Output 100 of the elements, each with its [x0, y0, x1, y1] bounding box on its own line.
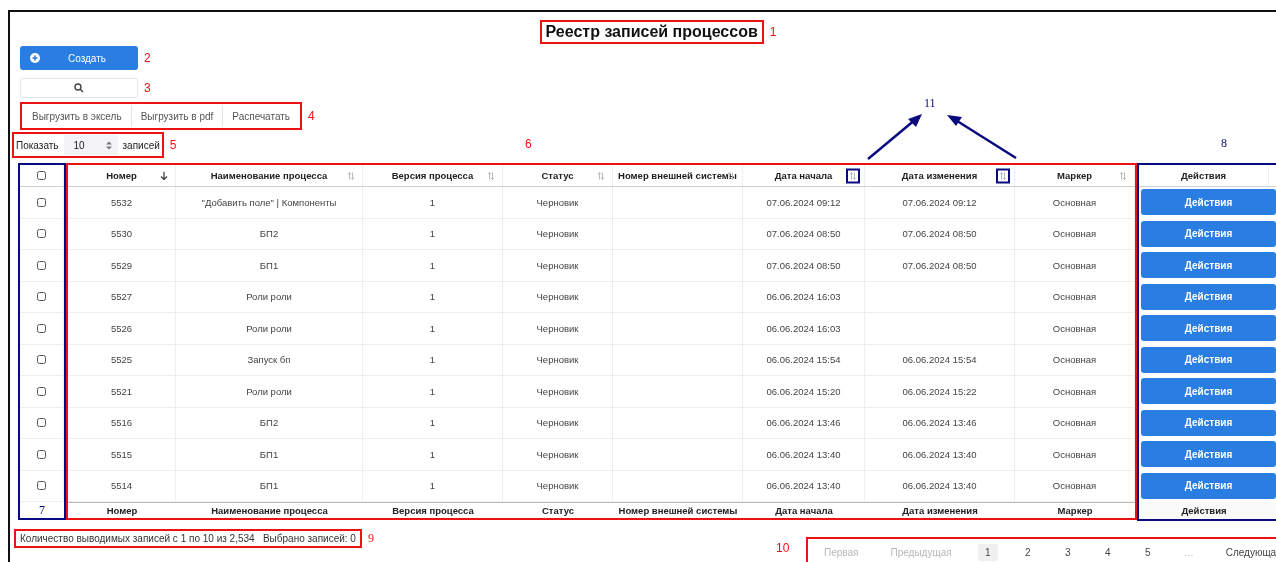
table-cell: Черновик — [503, 187, 613, 218]
plus-icon — [30, 53, 40, 63]
checkbox[interactable] — [37, 418, 46, 428]
sort-descending-icon[interactable] — [160, 171, 168, 180]
table-cell: Черновик — [503, 376, 613, 407]
table-cell: Роли роли — [176, 376, 363, 407]
checkbox[interactable] — [37, 481, 46, 491]
checkbox[interactable] — [37, 171, 46, 180]
column-header[interactable]: Статус — [503, 165, 613, 186]
callout-number: 10 — [776, 541, 790, 555]
checkbox[interactable] — [37, 355, 46, 365]
callout-number: 8 — [1221, 136, 1227, 150]
table-cell: 5529 — [68, 250, 176, 281]
table-cell: Основная — [1015, 344, 1135, 375]
table-cell: Роли роли — [176, 281, 363, 312]
footer-cell-text: Дата начала — [774, 504, 834, 518]
footer-cell-text: Номер — [105, 504, 139, 518]
page-button[interactable]: 1 — [977, 543, 998, 561]
table-cell: 06.06.2024 13:46 — [743, 407, 865, 438]
checkbox[interactable] — [37, 449, 46, 459]
table-cell: 5525 — [68, 344, 176, 375]
table-cell: 06.06.2024 13:40 — [743, 470, 865, 501]
page-button[interactable]: 5 — [1137, 543, 1158, 561]
actions-button[interactable]: Действия — [1141, 315, 1276, 341]
table-cell: Черновик — [503, 344, 613, 375]
callout-number: 11 — [924, 96, 936, 110]
page-button[interactable]: 2 — [1017, 543, 1038, 561]
actions-button[interactable]: Действия — [1141, 378, 1276, 404]
table-cell: Основная — [1015, 376, 1135, 407]
table-cell: 07.06.2024 08:50 — [743, 250, 865, 281]
search-icon — [74, 83, 84, 93]
callout-number: 6 — [525, 137, 532, 151]
table-cell: 06.06.2024 15:54 — [865, 344, 1015, 375]
footer-cell-text: Версия процесса — [391, 504, 475, 518]
table-cell: 06.06.2024 13:40 — [865, 470, 1015, 501]
checkbox[interactable] — [37, 260, 46, 270]
actions-button[interactable]: Действия — [1141, 409, 1276, 436]
table-cell: 5516 — [68, 407, 176, 438]
column-header[interactable]: Дата изменения — [865, 165, 1015, 186]
table-cell: 07.06.2024 08:50 — [865, 250, 1015, 281]
create-button[interactable]: Создать — [20, 46, 138, 70]
column-header[interactable]: Маркер — [1015, 165, 1135, 186]
checkbox[interactable] — [37, 229, 46, 239]
checkbox[interactable] — [37, 323, 46, 333]
search-field[interactable] — [20, 78, 138, 98]
table-cell: Основная — [1015, 281, 1135, 312]
table-cell: Черновик — [503, 439, 613, 470]
table-cell: 5521 — [68, 376, 176, 407]
table-cell: 06.06.2024 13:40 — [865, 439, 1015, 470]
table-cell: 1 — [363, 187, 503, 218]
page-title: Реестр записей процессов — [544, 22, 759, 42]
table-cell: 06.06.2024 13:46 — [865, 407, 1015, 438]
column-header[interactable]: Номер — [68, 165, 176, 186]
actions-button[interactable]: Действия — [1141, 441, 1276, 467]
checkbox[interactable] — [37, 197, 46, 207]
table-cell: Черновик — [503, 281, 613, 312]
header-cell: Действия — [1139, 165, 1269, 186]
actions-button[interactable]: Действия — [1141, 472, 1276, 499]
table-cell: 1 — [363, 313, 503, 344]
ellipsis: … — [1182, 545, 1195, 560]
checkbox[interactable] — [37, 386, 46, 396]
records-label: записей — [122, 139, 160, 151]
checkbox[interactable] — [37, 292, 46, 302]
callout-number: 3 — [144, 81, 151, 95]
table-cell: 1 — [363, 376, 503, 407]
table-cell: 1 — [363, 470, 503, 501]
actions-button[interactable]: Действия — [1141, 220, 1276, 247]
table-cell: 1 — [363, 407, 503, 438]
table-cell: 07.06.2024 09:12 — [743, 187, 865, 218]
footer-cell-text: Номер внешней системы — [617, 504, 739, 518]
callout-number: 1 — [769, 25, 777, 39]
actions-button[interactable]: Действия — [1141, 346, 1276, 373]
callout-number: 7 — [39, 502, 45, 518]
table-cell: Черновик — [503, 313, 613, 344]
table-cell: Основная — [1015, 218, 1135, 249]
page-size-select[interactable]: 10 — [63, 135, 118, 155]
table-cell: Основная — [1015, 250, 1135, 281]
actions-button[interactable]: Действия — [1141, 283, 1276, 310]
column-header[interactable]: Версия процесса — [363, 165, 503, 186]
table-cell: 1 — [363, 281, 503, 312]
footer-cell-text: Маркер — [1056, 504, 1094, 518]
page-button[interactable]: 3 — [1057, 543, 1078, 561]
table-cell: 07.06.2024 08:50 — [743, 218, 865, 249]
actions-button[interactable]: Действия — [1141, 252, 1276, 278]
pager-link[interactable]: Следующа — [1219, 543, 1276, 561]
table-cell: 1 — [363, 344, 503, 375]
actions-button[interactable]: Действия — [1141, 189, 1276, 215]
table-cell: Основная — [1015, 439, 1135, 470]
table-cell: Черновик — [503, 407, 613, 438]
page-button[interactable]: 4 — [1097, 543, 1118, 561]
table-cell: Роли роли — [176, 313, 363, 344]
table-cell: 1 — [363, 439, 503, 470]
table-cell: Основная — [1015, 187, 1135, 218]
column-header[interactable]: Наименование процесса — [176, 165, 363, 186]
table-cell: 5530 — [68, 218, 176, 249]
table-cell: 5532 — [68, 187, 176, 218]
table-cell: 07.06.2024 08:50 — [865, 218, 1015, 249]
table-cell: Черновик — [503, 250, 613, 281]
table-cell: 5514 — [68, 470, 176, 501]
column-header[interactable]: Дата начала — [743, 165, 865, 186]
